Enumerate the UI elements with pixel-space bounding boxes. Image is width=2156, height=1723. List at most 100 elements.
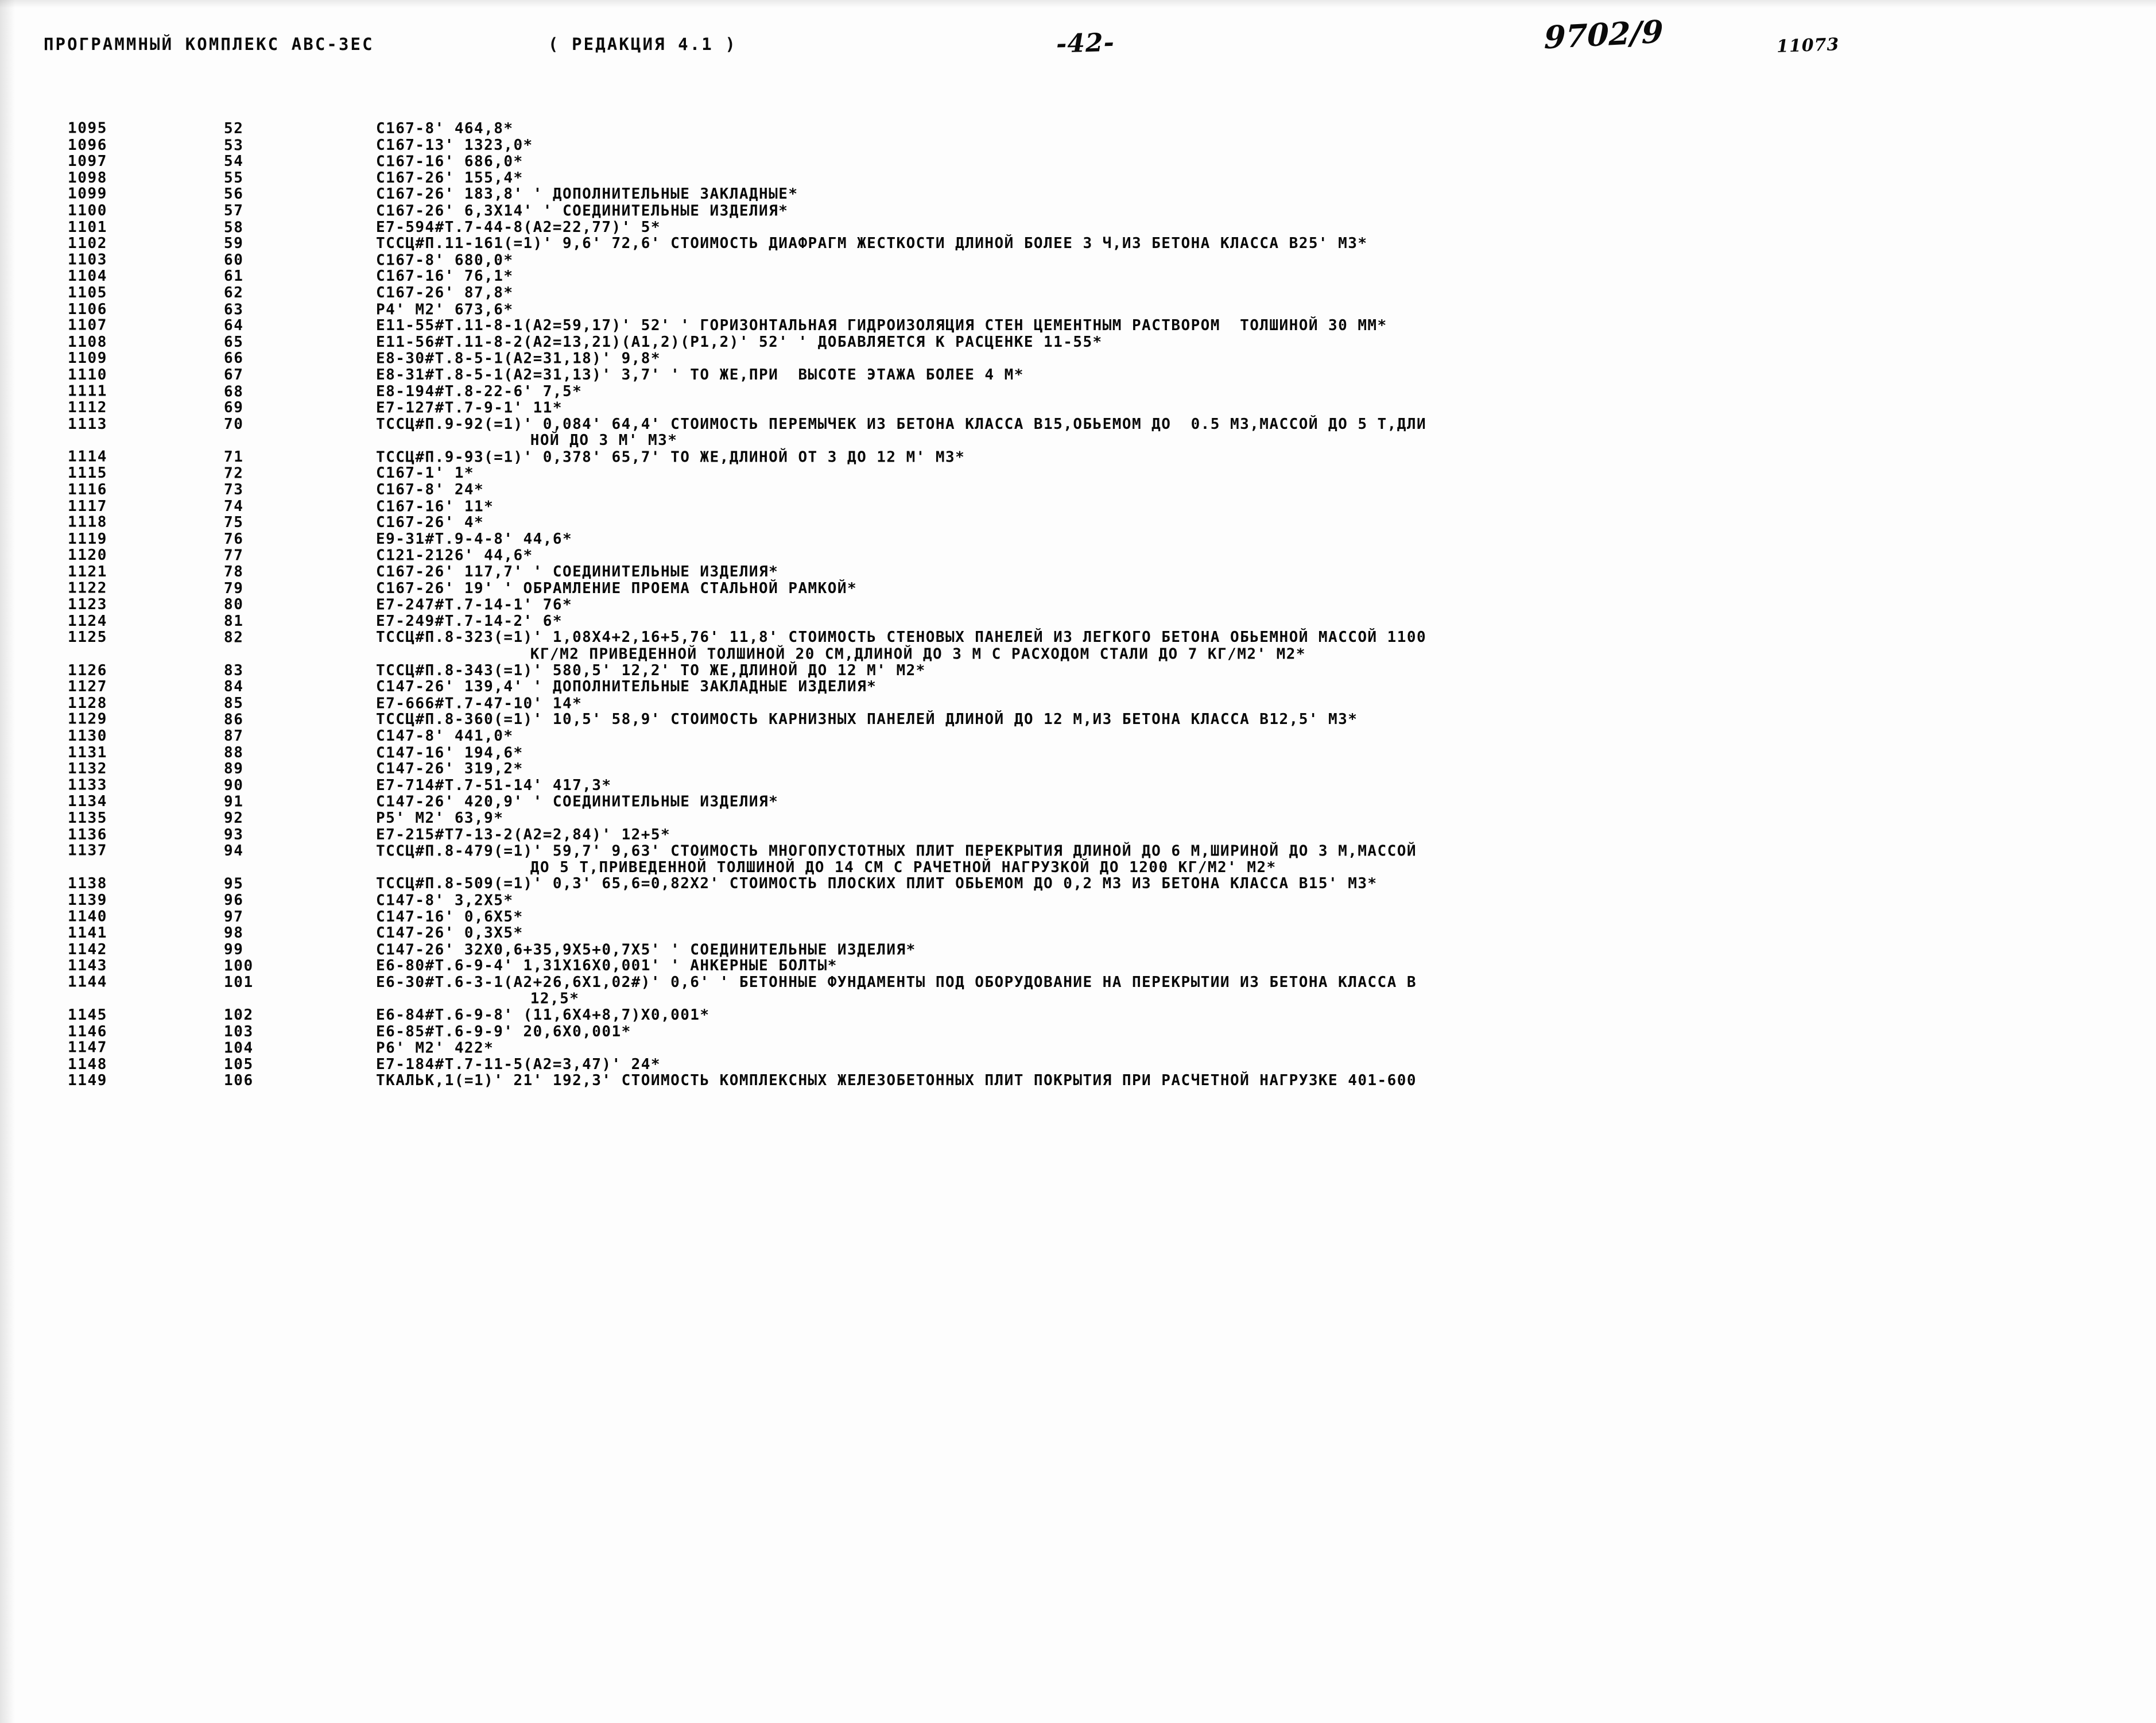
listing-line-number: 1122 bbox=[68, 579, 108, 597]
listing-sequence-number: 53 bbox=[224, 136, 244, 154]
listing-row: 1106 63 Р4' М2' 673,6* bbox=[0, 301, 2156, 318]
listing-line-number: 1139 bbox=[68, 891, 108, 909]
listing-line-number: 1142 bbox=[68, 940, 108, 958]
listing-row-text: C167-26' 6,3X14' ' СОЕДИНИТЕЛЬНЫЕ ИЗДЕЛИ… bbox=[376, 202, 789, 220]
program-complex-title: ПРОГРАММНЫЙ КОМПЛЕКС АВС-ЗЕС bbox=[44, 34, 374, 54]
listing-row-text: E6-80#Т.6-9-4' 1,31X16X0,001' ' АНКЕРНЫЕ… bbox=[376, 957, 837, 975]
listing-line-number: 1116 bbox=[68, 481, 108, 499]
listing-row-text: C167-16' 11* bbox=[376, 498, 494, 516]
listing-row: 1095 52 C167-8' 464,8* bbox=[0, 119, 2156, 137]
listing-row-text: E7-666#Т.7-47-10' 14* bbox=[376, 695, 583, 713]
listing-sequence-number: 72 bbox=[224, 464, 244, 482]
listing-sequence-number: 62 bbox=[224, 284, 244, 301]
listing-row: 1132 89 C147-26' 319,2* bbox=[0, 761, 2156, 777]
listing-row: 1107 64 E11-55#Т.11-8-1(А2=59,17)' 52' ' Г… bbox=[0, 318, 2156, 334]
listing-line-number: 1146 bbox=[68, 1023, 108, 1040]
listing-line-number: 1097 bbox=[68, 153, 108, 171]
listing-row-text: C167-8' 464,8* bbox=[376, 120, 514, 137]
listing-row: 1101 58 E7-594#Т.7-44-8(А2=22,77)' 5* bbox=[0, 219, 2156, 236]
printout-page: ПРОГРАММНЫЙ КОМПЛЕКС АВС-ЗЕС ( РЕДАКЦИЯ … bbox=[0, 0, 2156, 1723]
listing-sequence-number: 61 bbox=[224, 268, 244, 285]
listing-row-text: E6-30#Т.6-3-1(А2+26,6Х1,02#)' 0,6' ' БЕТ… bbox=[376, 973, 1417, 991]
listing-row: 1109 66 E8-30#Т.8-5-1(А2=31,18)' 9,8* bbox=[0, 350, 2156, 367]
listing-sequence-number: 84 bbox=[224, 678, 244, 696]
listing-sequence-number: 87 bbox=[224, 727, 244, 745]
listing-row-text: C147-26' 139,4' ' ДОПОЛНИТЕЛЬНЫЕ ЗАКЛАДН… bbox=[376, 678, 877, 696]
listing-line-number: 1126 bbox=[68, 661, 108, 679]
listing-line-number: 1100 bbox=[68, 202, 108, 219]
listing-line-number: 1137 bbox=[68, 842, 108, 859]
listing-sequence-number: 56 bbox=[224, 185, 244, 203]
listing-sequence-number: 67 bbox=[224, 366, 244, 384]
listing-row-text: ТССЦ#П.8-360(=1)' 10,5' 58,9' СТОИМОСТЬ … bbox=[376, 711, 1358, 729]
listing-row-text: C167-26' 117,7' ' СОЕДИНИТЕЛЬНЫЕ ИЗДЕЛИЯ… bbox=[376, 563, 779, 581]
listing-sequence-number: 71 bbox=[224, 448, 244, 466]
listing-sequence-number: 89 bbox=[224, 760, 244, 778]
listing-row: 1111 68 E8-194#Т.8-22-6' 7,5* bbox=[0, 383, 2156, 400]
listing-row-text: ТССЦ#П.9-93(=1)' 0,378' 65,7' ТО ЖЕ,ДЛИН… bbox=[376, 448, 965, 466]
listing-row-text: C167-26' 87,8* bbox=[376, 284, 514, 301]
listing-row-text: C167-13' 1323,0* bbox=[376, 136, 533, 154]
listing-row-text: ТССЦ#П.8-479(=1)' 59,7' 9,63' СТОИМОСТЬ … bbox=[376, 842, 1417, 860]
listing-row: 1113 70 ТССЦ#П.9-92(=1)' 0,084' 64,4' СТОИ… bbox=[0, 416, 2156, 433]
listing-row-text: C147-16' 194,6* bbox=[376, 744, 524, 762]
listing-row: 1142 99 C147-26' 32X0,6+35,9X5+0,7X5' ' СО… bbox=[0, 942, 2156, 958]
listing-row-text: C167-8' 680,0* bbox=[376, 251, 514, 269]
listing-row: 1136 93 E7-215#Т7-13-2(А2=2,84)' 12+5* bbox=[0, 826, 2156, 843]
listing-row: 1139 96 C147-8' 3,2X5* bbox=[0, 892, 2156, 909]
listing-row: 1108 65 E11-56#Т.11-8-2(А2=13,21)(А1,2)(Р1… bbox=[0, 334, 2156, 351]
listing-row-text: C147-26' 32X0,6+35,9X5+0,7X5' ' СОЕДИНИТ… bbox=[376, 941, 916, 959]
listing-row: 1105 62 C167-26' 87,8* bbox=[0, 285, 2156, 301]
listing-line-number: 1107 bbox=[68, 316, 108, 334]
listing-row: 1127 84 C147-26' 139,4' ' ДОПОЛНИТЕЛЬНЫЕ З… bbox=[0, 679, 2156, 695]
page-number: -42- bbox=[1056, 28, 1115, 59]
listing-sequence-number: 94 bbox=[224, 842, 244, 860]
listing-row-text: ТССЦ#П.8-323(=1)' 1,08X4+2,16+5,76' 11,8… bbox=[376, 629, 1427, 646]
listing-line-number: 1141 bbox=[68, 924, 108, 942]
listing-line-number: 1108 bbox=[68, 333, 108, 351]
listing-sequence-number: 106 bbox=[224, 1072, 254, 1090]
listing-sequence-number: 86 bbox=[224, 711, 244, 729]
listing-row-text: C147-26' 319,2* bbox=[376, 760, 524, 778]
listing-continuation-row: НОЙ ДО 3 М' М3* bbox=[0, 432, 2156, 449]
listing-sequence-number: 64 bbox=[224, 317, 244, 335]
listing-continuation-row: ДО 5 Т,ПРИВЕДЕННОЙ ТОЛШИНОЙ ДО 14 СМ С Р… bbox=[0, 859, 2156, 876]
listing-row-text: C147-26' 420,9' ' СОЕДИНИТЕЛЬНЫЕ ИЗДЕЛИЯ… bbox=[376, 793, 779, 811]
listing-line-number: 1115 bbox=[68, 464, 108, 482]
listing-line-number: 1095 bbox=[68, 119, 108, 137]
listing-line-number: 1148 bbox=[68, 1055, 108, 1073]
listing-line-number: 1143 bbox=[68, 957, 108, 975]
listing-row: 1103 60 C167-8' 680,0* bbox=[0, 251, 2156, 269]
listing-row-text: 12,5* bbox=[530, 990, 580, 1008]
listing-sequence-number: 58 bbox=[224, 218, 244, 236]
listing-row: 1149 106 ТКАЛЬК,1(=1)' 21' 192,3' СТОИМОСТ… bbox=[0, 1072, 2156, 1089]
listing-row-text: C167-26' 4* bbox=[376, 514, 484, 532]
listing-row-text: ТКАЛЬК,1(=1)' 21' 192,3' СТОИМОСТЬ КОМПЛ… bbox=[376, 1072, 1417, 1090]
listing-continuation-row: КГ/М2 ПРИВЕДЕННОЙ ТОЛШИНОЙ 20 СМ,ДЛИНОЙ … bbox=[0, 645, 2156, 663]
listing-row: 1122 79 C167-26' 19' ' ОБРАМЛЕНИЕ ПРОЕМА С… bbox=[0, 580, 2156, 597]
document-number-handwritten: 9702/9 bbox=[1544, 13, 1664, 56]
listing-row-text: C167-16' 686,0* bbox=[376, 153, 524, 171]
listing-row-text: E9-31#Т.9-4-8' 44,6* bbox=[376, 530, 573, 548]
listing-row: 1117 74 C167-16' 11* bbox=[0, 498, 2156, 515]
listing-sequence-number: 70 bbox=[224, 415, 244, 433]
listing-row-text: КГ/М2 ПРИВЕДЕННОЙ ТОЛШИНОЙ 20 СМ,ДЛИНОЙ … bbox=[530, 645, 1306, 663]
listing-row: 1147 104 Р6' М2' 422* bbox=[0, 1040, 2156, 1056]
listing-sequence-number: 98 bbox=[224, 924, 244, 942]
listing-sequence-number: 88 bbox=[224, 744, 244, 761]
listing-row: 1129 86 ТССЦ#П.8-360(=1)' 10,5' 58,9' СТОИ… bbox=[0, 711, 2156, 728]
listing-row-text: E7-247#Т.7-14-1' 76* bbox=[376, 596, 573, 614]
listing-row-text: E8-31#Т.8-5-1(А2=31,13)' 3,7' ' ТО ЖЕ,ПР… bbox=[376, 366, 1024, 384]
listing-sequence-number: 55 bbox=[224, 169, 244, 187]
listing-sequence-number: 97 bbox=[224, 908, 244, 926]
listing-line-number: 1117 bbox=[68, 497, 108, 515]
listing-sequence-number: 103 bbox=[224, 1023, 254, 1040]
listing-row-text: ТССЦ#П.9-92(=1)' 0,084' 64,4' СТОИМОСТЬ … bbox=[376, 415, 1427, 433]
listing-row: 1143 100 E6-80#Т.6-9-4' 1,31X16X0,001' ' А… bbox=[0, 958, 2156, 974]
listing-line-number: 1145 bbox=[68, 1006, 108, 1024]
listing-row: 1125 82 ТССЦ#П.8-323(=1)' 1,08X4+2,16+5,76… bbox=[0, 629, 2156, 646]
listing-row-text: C121-2126' 44,6* bbox=[376, 547, 533, 564]
listing-row-text: C167-8' 24* bbox=[376, 481, 484, 499]
listing-row-text: E11-55#Т.11-8-1(А2=59,17)' 52' ' ГОРИЗОН… bbox=[376, 317, 1387, 335]
listing-line-number: 1096 bbox=[68, 136, 108, 154]
